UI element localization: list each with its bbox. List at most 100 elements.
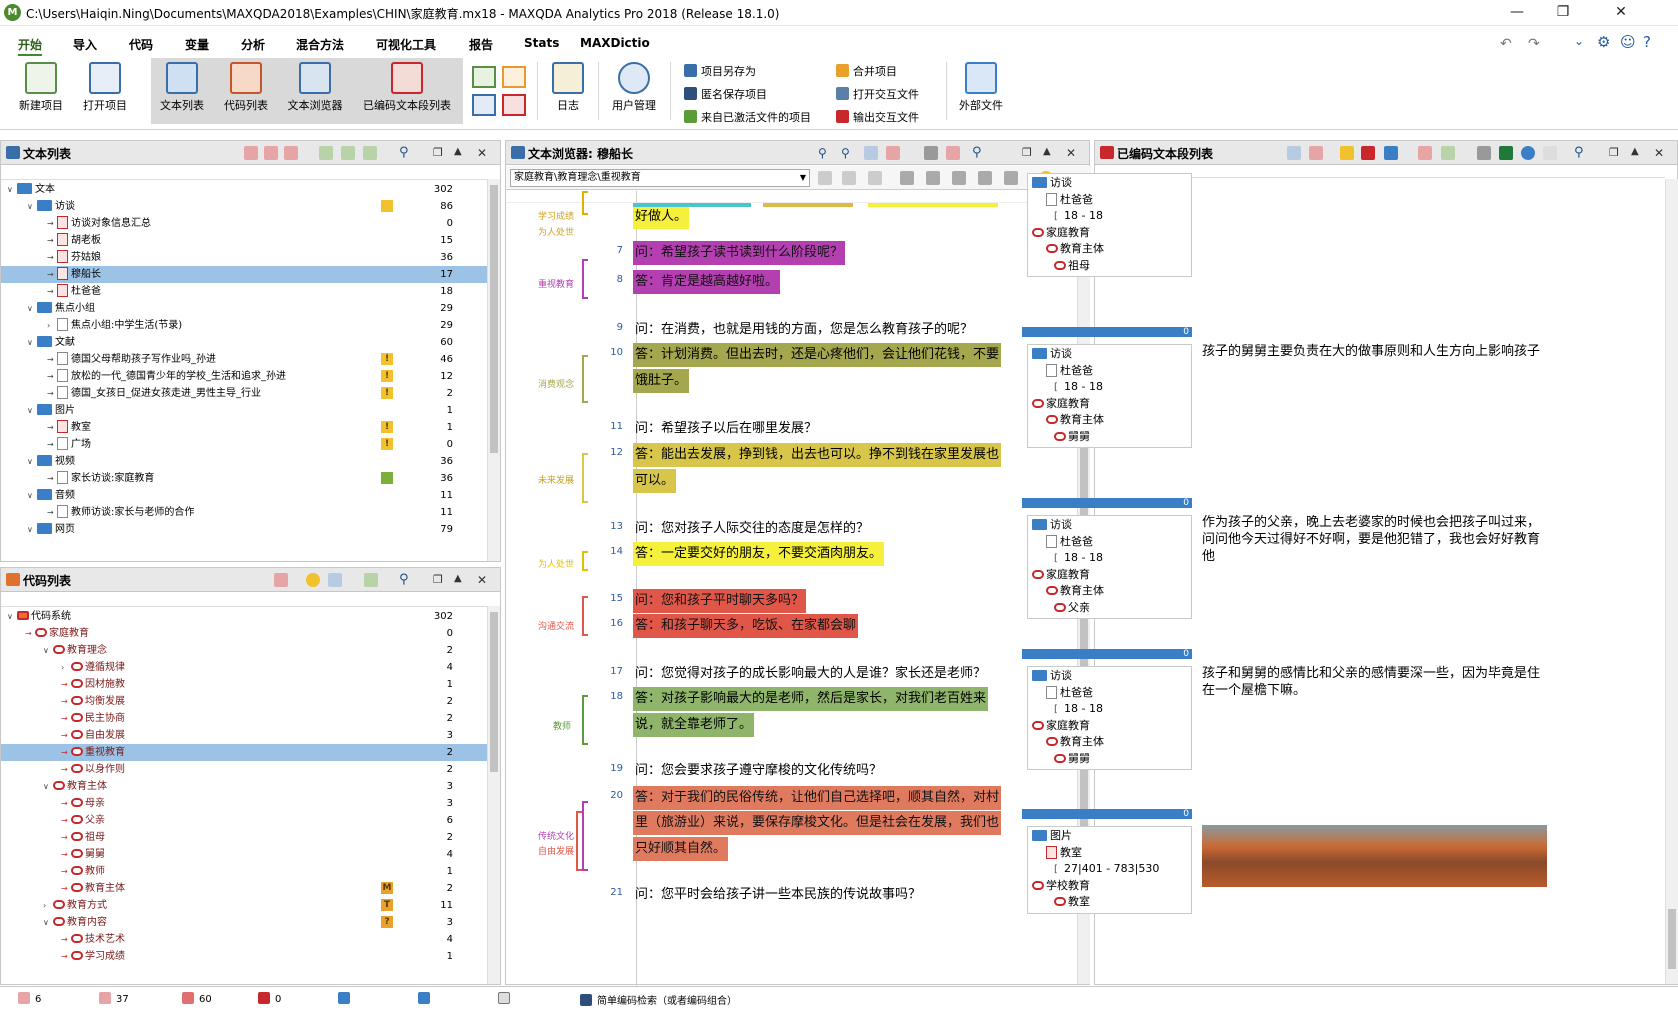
- code-tree-item[interactable]: → 舅舅 4: [1, 846, 487, 863]
- chevron-down-icon[interactable]: ∨: [27, 198, 37, 215]
- layout-2-icon[interactable]: [502, 66, 526, 88]
- paragraph-text[interactable]: 问：您对孩子人际交往的态度是怎样的？: [633, 517, 871, 541]
- maximize-icon[interactable]: ❐: [1540, 0, 1586, 26]
- new-set-icon[interactable]: [363, 146, 377, 160]
- segment-text[interactable]: 孩子的舅舅主要负责在大的做事原则和人生方向上影响孩子: [1202, 343, 1547, 360]
- code-scrollbar[interactable]: [487, 606, 500, 984]
- document-tree-item[interactable]: → 胡老板 15: [1, 232, 487, 249]
- layout-1-icon[interactable]: [472, 66, 496, 88]
- arrow-icon[interactable]: →: [47, 419, 57, 436]
- code-tree-item[interactable]: → 家庭教育 0: [1, 625, 487, 642]
- code-stripe-label[interactable]: 消费观念: [504, 377, 574, 390]
- arrow-icon[interactable]: →: [47, 504, 57, 521]
- segments-scrollbar[interactable]: [1665, 179, 1678, 984]
- memo-icon[interactable]: !: [381, 387, 393, 399]
- layout-4-icon[interactable]: [502, 94, 526, 116]
- arrow-icon[interactable]: →: [47, 283, 57, 300]
- memo-icon[interactable]: [381, 472, 393, 484]
- code-toolbar-icon[interactable]: [274, 573, 288, 587]
- status-retrieval-mode[interactable]: 简单编码检索（或者编码组合）: [580, 992, 737, 1007]
- redo-icon[interactable]: ↷: [1528, 36, 1540, 52]
- highlighter-icon[interactable]: [926, 171, 940, 185]
- save-anonymized-button[interactable]: 匿名保存项目: [684, 85, 767, 105]
- code-tree-item[interactable]: ∨ 教育理念 2: [1, 642, 487, 659]
- arrow-icon[interactable]: ›: [47, 317, 57, 334]
- tab-reports[interactable]: 报告: [469, 36, 493, 53]
- status-document[interactable]: [498, 992, 515, 1005]
- code-list-button[interactable]: 代码列表: [215, 58, 277, 124]
- paragraph-text[interactable]: 可以。: [633, 469, 677, 493]
- document-tree-item[interactable]: ∨ 网页 79: [1, 521, 487, 538]
- classroom-image[interactable]: [1202, 825, 1547, 887]
- paragraph-text[interactable]: 问：希望孩子读书读到什么阶段呢？: [633, 241, 846, 265]
- tab-codes[interactable]: 代码: [129, 36, 153, 53]
- paragraph-text[interactable]: 问：您和孩子平时聊天多吗？: [633, 589, 807, 613]
- paragraph-text[interactable]: 说，就全靠老师了。: [633, 713, 755, 737]
- web-icon[interactable]: [1521, 146, 1535, 160]
- arrow-icon[interactable]: →: [25, 625, 35, 642]
- document-tree-item[interactable]: → 穆船长 17: [1, 266, 487, 283]
- paragraph-text[interactable]: 问：希望孩子以后在哪里发展？: [633, 417, 819, 441]
- chevron-down-icon[interactable]: ∨: [27, 300, 37, 317]
- arrow-icon[interactable]: ›: [61, 659, 71, 676]
- document-tree-item[interactable]: ∨ 焦点小组 29: [1, 300, 487, 317]
- doc-toolbar-icon[interactable]: [264, 146, 278, 160]
- chevron-down-icon[interactable]: ∨: [7, 181, 17, 198]
- status-users[interactable]: [338, 992, 355, 1005]
- arrow-icon[interactable]: →: [61, 880, 71, 897]
- arrow-icon[interactable]: →: [47, 232, 57, 249]
- tab-import[interactable]: 导入: [73, 36, 97, 53]
- status-codes[interactable]: 60: [182, 992, 212, 1005]
- summary-icon[interactable]: [1384, 146, 1398, 160]
- collapse-ribbon-icon[interactable]: ⌄: [1574, 34, 1584, 48]
- close-panel-icon[interactable]: ✕: [1654, 146, 1668, 160]
- code-tree-item[interactable]: › 遵循规律 4: [1, 659, 487, 676]
- chevron-down-icon[interactable]: ∨: [43, 914, 53, 931]
- paragraph-text[interactable]: 好做人。: [633, 205, 690, 229]
- view-icon[interactable]: [864, 146, 878, 160]
- chevron-down-icon[interactable]: ∨: [27, 334, 37, 351]
- code-stripe-label[interactable]: 传统文化: [504, 829, 574, 842]
- tab-analysis[interactable]: 分析: [241, 36, 265, 53]
- code-tree-item[interactable]: → 以身作则 2: [1, 761, 487, 778]
- gear-icon[interactable]: ⚙: [1597, 33, 1610, 51]
- undock-icon[interactable]: ❐: [433, 146, 447, 160]
- new-project-button[interactable]: 新建项目: [8, 58, 74, 124]
- code-icon[interactable]: [842, 171, 856, 185]
- user-management-button[interactable]: 用户管理: [603, 58, 665, 124]
- arrow-icon[interactable]: →: [61, 761, 71, 778]
- document-tree-item[interactable]: → 放松的一代_德国青少年的学校_生活和追求_孙进 12!: [1, 368, 487, 385]
- memo-icon[interactable]: !: [381, 421, 393, 433]
- arrow-icon[interactable]: →: [61, 676, 71, 693]
- paragraph-text[interactable]: 问：您平时会给孩子讲一些本民族的传说故事吗？: [633, 883, 923, 907]
- code-tree-item[interactable]: → 均衡发展 2: [1, 693, 487, 710]
- paragraph-text[interactable]: 里（旅游业）来说，要保存摩梭文化。但是社会在发展，我们也: [633, 811, 1002, 835]
- arrow-icon[interactable]: →: [61, 846, 71, 863]
- help-icon[interactable]: ?: [1643, 33, 1651, 51]
- code-stripe-label[interactable]: 沟通交流: [504, 619, 574, 632]
- segment-source[interactable]: 图片 教室[27|401 - 783|530 学校教育 教室: [1027, 826, 1192, 914]
- code-bracket[interactable]: [582, 596, 588, 636]
- merge-projects-button[interactable]: 合并项目: [836, 62, 897, 82]
- activate-icon[interactable]: [1340, 146, 1354, 160]
- segment-source[interactable]: 访谈 杜爸爸[18 - 18 家庭教育 教育主体 舅舅: [1027, 344, 1192, 448]
- document-tree-item[interactable]: → 教室 1!: [1, 419, 487, 436]
- tab-home[interactable]: 开始: [18, 36, 43, 57]
- paragraph-text[interactable]: 答：一定要交好的朋友，不要交酒肉朋友。: [633, 542, 885, 566]
- arrow-icon[interactable]: →: [61, 693, 71, 710]
- import-icon[interactable]: [319, 146, 333, 160]
- minimize-icon[interactable]: —: [1494, 0, 1540, 26]
- paragraph-text[interactable]: 答：能出去发展，挣到钱，出去也可以。挣不到钱在家里发展也: [633, 443, 1002, 467]
- arrow-icon[interactable]: →: [61, 948, 71, 965]
- arrow-icon[interactable]: →: [61, 744, 71, 761]
- status-documents[interactable]: 6: [18, 992, 41, 1005]
- maximize-panel-icon[interactable]: ▲: [454, 146, 468, 160]
- new-code-icon[interactable]: [1441, 146, 1455, 160]
- code-tree-item[interactable]: ∨ 教育内容 3?: [1, 914, 487, 931]
- document-tree-item[interactable]: ∨ 文献 60: [1, 334, 487, 351]
- code-path-dropdown[interactable]: 家庭教育\教育理念\重视教育 ▼: [510, 169, 810, 187]
- document-tree-item[interactable]: ∨ 音频 11: [1, 487, 487, 504]
- arrow-icon[interactable]: →: [61, 863, 71, 880]
- document-tree-item[interactable]: → 德国父母帮助孩子写作业吗_孙进 46!: [1, 351, 487, 368]
- chevron-down-icon[interactable]: ∨: [27, 521, 37, 538]
